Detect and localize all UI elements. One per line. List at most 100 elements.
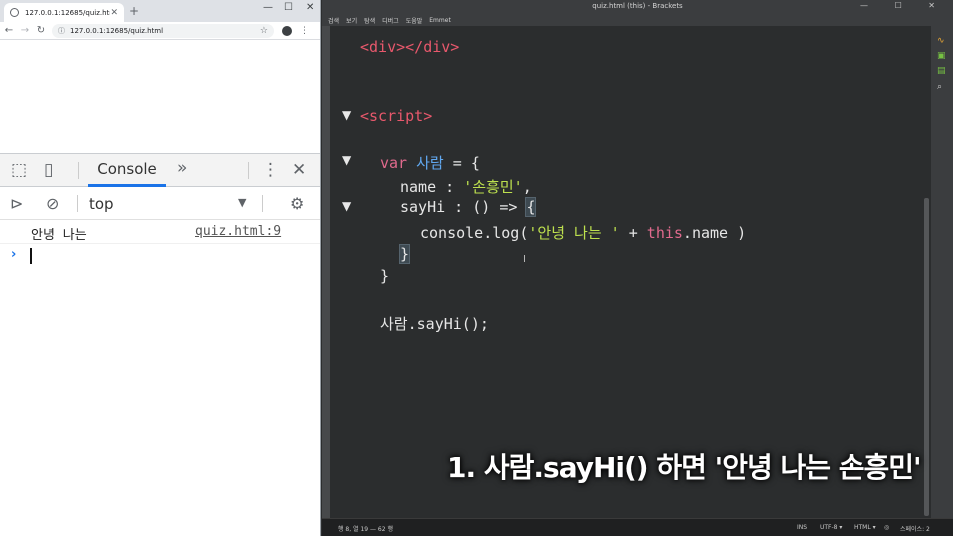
console-message: 안녕 나는 [31,228,87,243]
tab-title: 127.0.0.1:12685/quiz.html [25,8,111,17]
sidebar-toggle-icon[interactable]: ⊳ [10,194,23,213]
code-line-name: name : '손흥민', [400,176,532,197]
toolbar-divider [248,162,249,179]
window-controls[interactable]: — ☐ ✕ [860,1,947,10]
window-title: quiz.html (this) - Brackets [592,2,683,10]
extension-manager-icon[interactable]: ▣ [937,51,946,61]
code-line-console: console.log('안녕 나는 ' + this.name ) [420,222,746,243]
code-token: name : [400,178,464,196]
close-devtools-icon[interactable]: ✕ [292,160,306,180]
devtools-toolbar: ⬚ ▯ Console » ⋮ ✕ [0,154,320,187]
code-token: var [380,154,408,172]
code-token: = { [443,154,480,172]
code-line-sayhi: sayHi : () => { [400,197,537,217]
encoding-select[interactable]: UTF-8 ▾ [820,524,842,531]
code-token: console.log( [420,224,529,242]
new-tab-button[interactable]: + [129,4,139,18]
extension-icon[interactable]: ▤ [937,66,946,76]
console-log-row: 안녕 나는 quiz.html:9 [0,220,320,244]
code-editor[interactable]: <div></div> ▼ <script> ▼ var 사람 = { name… [330,26,930,518]
code-token: 사람.sayHi(); [380,315,489,333]
code-token: this [646,224,683,242]
brackets-titlebar: quiz.html (this) - Brackets — ☐ ✕ [322,0,953,14]
vertical-scrollbar[interactable] [922,26,931,518]
forward-arrow-icon[interactable]: → [18,25,32,36]
linter-icon[interactable]: ◎ [884,524,889,531]
code-line-close-fn: } [398,244,411,264]
toolbar-divider [78,162,79,179]
code-token: sayHi : () => [400,198,527,216]
code-token: '안녕 나는 ' [528,224,620,242]
fold-arrow-icon[interactable]: ▼ [342,153,351,167]
back-arrow-icon[interactable]: ← [2,25,16,36]
console-filter-bar: ⊳ ⊘ top ▼ ⚙ [0,187,320,220]
menu-help[interactable]: 도움말 [406,16,423,25]
fold-arrow-icon[interactable]: ▼ [342,199,351,213]
indent-setting[interactable]: 스페이스: 2 [900,524,930,533]
prompt-chevron-icon: › [11,247,17,262]
code-token: } [380,267,390,285]
code-line-close-obj: } [380,267,389,285]
scrollbar-thumb[interactable] [924,198,929,516]
tab-close-icon[interactable]: ✕ [110,8,118,18]
address-bar[interactable]: ⓘ 127.0.0.1:12685/quiz.html ☆ [52,23,274,38]
text-caret [30,248,32,264]
right-toolbar: ∿ ▣ ▤ ⌕ [931,26,953,518]
toolbar-divider [77,195,78,212]
reload-icon[interactable]: ↻ [34,25,48,36]
code-token: { [525,197,537,217]
code-token: <div> [360,38,406,56]
more-tabs-icon[interactable]: » [177,158,187,178]
close-window-button[interactable]: ✕ [306,2,314,13]
code-line-call: 사람.sayHi(); [380,313,489,334]
live-preview-icon[interactable]: ∿ [937,36,945,46]
menu-bar: 검색 보기 탐색 디버그 도움말 Emmet [322,14,953,26]
language-select[interactable]: HTML ▾ [854,524,876,531]
code-token: } [398,244,411,264]
video-caption: 1. 사람.sayHi() 하면 '안녕 나는 손흥민' [447,451,922,484]
menu-search[interactable]: 검색 [328,16,339,25]
code-line-div: <div></div> [360,38,459,56]
context-selector[interactable]: top [89,195,114,213]
devtools-menu-icon[interactable]: ⋮ [262,160,279,180]
file-sidebar-collapsed[interactable] [322,26,330,518]
address-bar-row: ← → ↻ ⓘ 127.0.0.1:12685/quiz.html ☆ ⋮ [0,22,320,40]
code-token: '손흥민' [463,178,523,196]
tab-strip: 127.0.0.1:12685/quiz.html ✕ + — ☐ ✕ [0,0,320,22]
site-info-icon[interactable]: ⓘ [58,26,65,36]
chevron-down-icon[interactable]: ▼ [238,196,246,209]
menu-view[interactable]: 보기 [346,16,357,25]
tab-console[interactable]: Console [88,154,166,187]
menu-debug[interactable]: 디버그 [382,16,399,25]
device-toolbar-icon[interactable]: ▯ [44,160,53,180]
clear-console-icon[interactable]: ⊘ [46,194,59,213]
chrome-menu-icon[interactable]: ⋮ [300,26,309,36]
bookmark-star-icon[interactable]: ☆ [260,26,268,36]
code-token: <script> [360,107,433,125]
url-text[interactable]: 127.0.0.1:12685/quiz.html [70,27,260,35]
status-bar: 행 8, 열 19 — 62 행 INS UTF-8 ▾ HTML ▾ ◎ 스페… [322,518,953,536]
minimize-button[interactable]: — [263,2,273,13]
search-icon[interactable]: ⌕ [937,82,942,92]
console-source-link[interactable]: quiz.html:9 [195,224,281,239]
gear-icon[interactable]: ⚙ [290,194,304,213]
code-token: 사람 [416,154,444,172]
code-line-script: <script> [360,107,432,125]
fold-arrow-icon[interactable]: ▼ [342,108,351,122]
menu-emmet[interactable]: Emmet [429,17,451,24]
browser-tab[interactable]: 127.0.0.1:12685/quiz.html ✕ [4,3,124,22]
page-viewport [0,41,320,153]
code-line-var: var 사람 = { [380,152,480,173]
chrome-window: 127.0.0.1:12685/quiz.html ✕ + — ☐ ✕ ← → … [0,0,321,536]
code-token: </div> [405,38,460,56]
profile-avatar-icon[interactable] [282,25,292,36]
inspect-element-icon[interactable]: ⬚ [11,160,27,180]
code-token: + [619,224,647,242]
console-prompt[interactable]: › [0,244,320,268]
code-token: , [522,178,532,196]
menu-navigate[interactable]: 탐색 [364,16,375,25]
insert-mode[interactable]: INS [797,524,807,531]
devtools-panel: ⬚ ▯ Console » ⋮ ✕ ⊳ ⊘ top ▼ ⚙ 안녕 나는 quiz… [0,153,320,536]
maximize-button[interactable]: ☐ [284,2,293,13]
globe-icon [10,8,19,17]
